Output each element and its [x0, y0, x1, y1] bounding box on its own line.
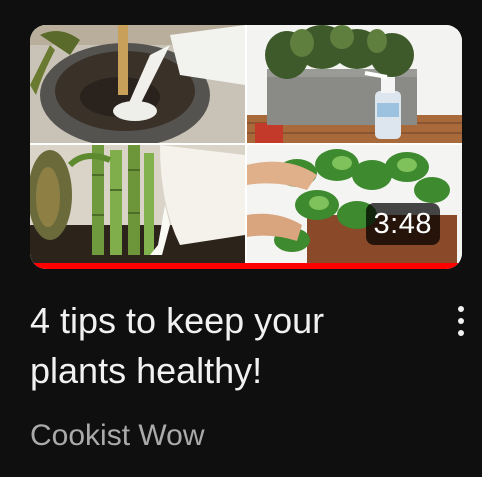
channel-name[interactable]: Cookist Wow	[30, 416, 205, 456]
more-vert-icon	[458, 306, 464, 312]
duration-badge: 3:48	[365, 203, 440, 245]
collage-divider-horizontal	[30, 143, 462, 145]
more-vert-icon-dot	[458, 318, 464, 324]
video-thumbnail[interactable]: 3:48	[30, 25, 462, 269]
thumbnail-panel-bamboo-milk	[30, 145, 245, 263]
more-vert-icon-dot	[458, 330, 464, 336]
watch-progress-fill	[30, 263, 462, 269]
more-options-button[interactable]	[444, 296, 478, 346]
thumbnail-panel-rosemary-planter	[247, 25, 462, 143]
thumbnail-panel-pot-watering	[30, 25, 245, 143]
watch-progress-bar	[30, 263, 462, 269]
video-card[interactable]: 3:48 4 tips to keep your plants healthy!…	[0, 0, 482, 477]
video-title[interactable]: 4 tips to keep your plants healthy!	[30, 296, 430, 396]
